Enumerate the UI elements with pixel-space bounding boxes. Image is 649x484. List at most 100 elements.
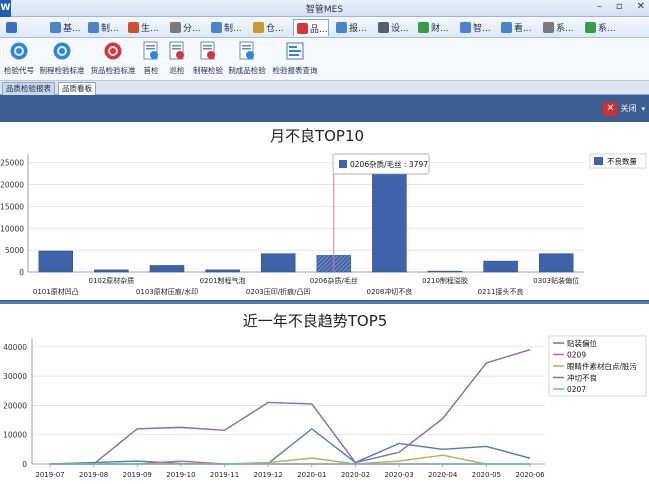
ribbon-button-label: 制成品检验 [228,66,266,75]
menu-tab-label: 制... [224,24,242,34]
x-tick-label: 0303贴装偏位 [533,276,579,285]
y-tick-label: 10000 [3,431,27,440]
menu-bar: 基... 制... 生... 分... 制... 仓... 品... 报... 设... 财...… [0,17,649,38]
tab-quality-board[interactable]: 品质看板 [58,82,96,95]
menu-tab-12[interactable]: 看... [498,19,536,36]
split-icon [170,22,181,33]
production-icon [128,22,139,33]
finance-icon [418,22,429,33]
menu-tab-0[interactable] [3,19,39,36]
produce-icon [88,22,99,33]
tooltip: 0206杂质/毛丝 : 3797 [332,153,430,175]
bar[interactable] [483,260,518,273]
menu-tab-label: 财... [431,24,449,34]
report-icon [336,22,347,33]
maximize-button[interactable]: ▫ [616,1,623,12]
series-line[interactable] [50,454,530,465]
ribbon-button-7[interactable]: 检验报表查询 [270,40,320,79]
y-tick-label: 30000 [3,372,27,381]
inspect-doc-icon [141,41,161,61]
y-tick-label: 15000 [0,202,24,211]
menu-tab-13[interactable]: 系... [540,19,578,36]
menu-tab-label: 制... [101,24,119,34]
minimize-button[interactable]: – [597,1,602,12]
ribbon-button-6[interactable]: 制成品检验 [226,40,268,79]
y-tick-label: 0 [22,460,27,469]
menu-tab-3[interactable]: 生... [125,19,163,36]
menu-icon [6,22,17,33]
legend-label: 眼睛件素材白点/脏污 [567,361,638,371]
ribbon-button-4[interactable]: 巡检 [165,40,189,79]
monitor-icon [211,22,222,33]
quality-icon [297,22,308,34]
menu-tab-7[interactable]: 品... [293,19,329,36]
bar[interactable] [427,270,463,273]
ribbon-button-0[interactable]: 检验代号 [2,40,36,79]
ribbon-button-label: 首检 [143,66,159,75]
ribbon-button-3[interactable]: 首检 [140,40,162,79]
y-tick-label: 40000 [3,343,27,352]
tab-quality-report[interactable]: 品质检验报表 [2,82,55,95]
ribbon-button-label: 检验报表查询 [272,66,318,75]
window-controls: – ▫ ✕ [597,1,645,12]
menu-tab-label: 仓... [266,24,284,34]
menu-tab-6[interactable]: 仓... [250,19,289,36]
board-icon [501,22,512,33]
close-label: 关闭 [620,104,637,113]
no-badge-icon [9,41,29,61]
ribbon-button-label: 货品检验标准 [90,66,136,75]
bar[interactable] [149,265,185,273]
menu-tab-1[interactable]: 基... [47,19,81,36]
menu-tab-label: 设... [391,24,409,34]
ribbon-button-2[interactable]: 货品检验标准 [88,40,138,79]
system2-icon [585,22,596,33]
menu-tab-label: 智... [473,24,491,34]
smart-icon [460,22,471,33]
warehouse-icon [253,22,264,33]
process-doc-icon [198,41,218,61]
x-tick-label: 2019-07 [35,471,64,479]
bar[interactable] [538,253,574,273]
menu-tab-10[interactable]: 财... [415,19,453,36]
ribbon-button-1[interactable]: 制程检验标准 [38,40,86,79]
menu-tab-label: 系... [556,24,574,34]
close-window-button[interactable]: ✕ [637,1,645,12]
window-title: 智管MES [305,5,344,15]
bar[interactable] [38,250,74,273]
chevron-down-icon[interactable]: ▾ [641,105,645,113]
legend: 不良数量 [589,153,647,169]
base-icon [50,22,61,33]
x-tick-label: 2019-08 [79,471,108,479]
legend-label: 0209 [567,351,586,360]
close-icon: ✕ [603,101,618,116]
close-button[interactable]: ✕ 关闭 ▾ [603,101,645,116]
chart-title: 近一年不良趋势TOP5 [243,312,388,330]
x-tick-label: 2020-04 [428,471,458,479]
menu-tab-label: 看... [514,24,532,34]
x-tick-label: 0211接头不良 [478,287,524,296]
y-tick-label: 5000 [5,246,24,255]
device-icon [378,22,389,33]
x-tick-label: 2020-05 [472,471,501,479]
menu-tab-2[interactable]: 制... [85,19,121,36]
x-tick-label: 0206杂质/毛丝 [310,276,358,285]
patrol-doc-icon [167,41,187,61]
menu-tab-11[interactable]: 智... [457,19,494,36]
menu-tab-4[interactable]: 分... [167,19,204,36]
menu-tab-9[interactable]: 设... [375,19,411,36]
x-tick-label: 0102原材杂质 [88,276,134,285]
bar[interactable] [260,253,296,273]
menu-tab-14[interactable]: 系... [582,19,622,36]
menu-tab-label: 系... [598,24,616,34]
menu-tab-5[interactable]: 制... [208,19,246,36]
bar[interactable] [372,164,407,273]
legend-label: 不良数量 [607,156,637,166]
shield-red-icon [103,41,123,61]
bar[interactable] [205,269,240,273]
x-tick-label: 2019-09 [123,471,152,479]
bar[interactable] [94,269,129,273]
monthly-defects-svg: 月不良TOP10 0 5000 10000 15000 20000 25000 0101原材凹… [0,127,647,296]
menu-tab-8[interactable]: 报... [333,19,371,36]
ribbon-button-5[interactable]: 制程检验 [192,40,224,79]
y-tick-label: 10000 [0,224,24,233]
